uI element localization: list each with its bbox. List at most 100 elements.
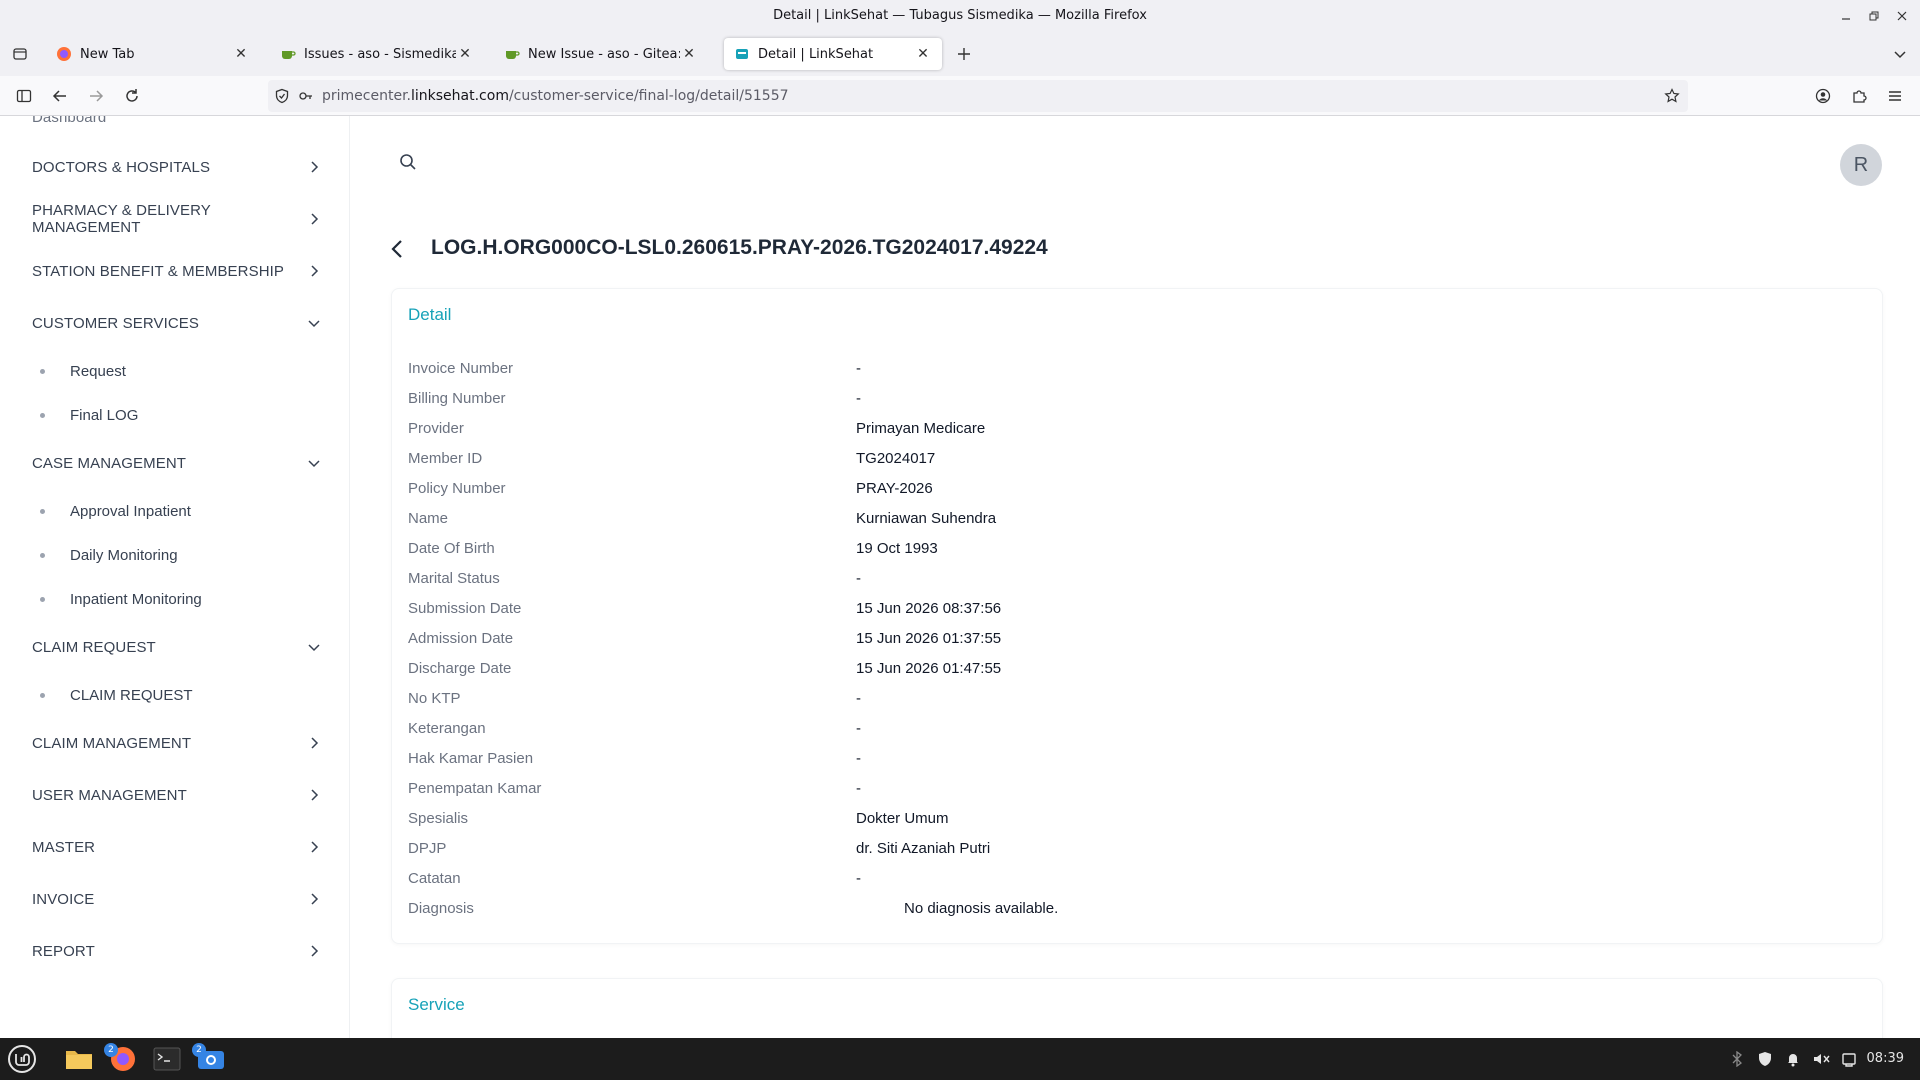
taskbar-files-button[interactable] [62,1042,96,1076]
sidebar-item-invoice[interactable]: INVOICE [32,884,322,914]
sidebar-subitem-label: Inpatient Monitoring [70,590,202,608]
tab-title: Detail | LinkSehat [758,46,874,62]
field-label: Admission Date [408,630,514,647]
notification-badge: 2 [192,1043,206,1057]
close-tab-icon[interactable]: ✕ [456,46,474,62]
chevron-down-icon [308,460,320,468]
linksehat-icon [736,49,748,59]
field-value: - [856,750,861,767]
taskbar-firefox-button[interactable]: 2 [104,1042,140,1076]
field-label: Discharge Date [408,660,512,677]
mint-logo-icon [8,1045,36,1073]
sidebar-item-master[interactable]: MASTER [32,832,322,862]
taskbar-terminal-button[interactable] [150,1042,184,1076]
main-content: R LOG.H.ORG000CO-LSL0.260615.PRAY-2026.T… [351,116,1920,1038]
close-tab-icon[interactable]: ✕ [680,46,698,62]
network-icon [1842,1053,1856,1067]
folder-icon [66,1051,92,1069]
chevron-right-icon [311,789,319,801]
field-label: Submission Date [408,600,522,617]
field-value: - [856,360,861,377]
field-label: Name [408,510,449,527]
chevron-down-icon [308,320,320,328]
detail-row-invoice-number: Invoice Number - [408,357,1848,381]
tab-issues[interactable]: Issues - aso - Sismedika v2 D ✕ [270,38,484,70]
field-label: DPJP [408,840,447,857]
tab-new-tab[interactable]: New Tab ✕ [46,38,260,70]
taskbar-clock[interactable]: 08:39 [1867,1038,1904,1080]
sidebar-nav: Dashboard DOCTORS & HOSPITALS PHARMACY &… [0,116,350,1038]
sidebar-item-claim-management[interactable]: CLAIM MANAGEMENT [32,728,322,758]
sidebar-item-dashboard[interactable]: Dashboard [32,116,322,132]
sidebar-subitem-request[interactable]: Request [40,357,300,385]
sidebar-subitem-approval-inpatient[interactable]: Approval Inpatient [40,497,300,525]
account-button[interactable] [1807,80,1839,112]
close-tab-icon[interactable]: ✕ [914,46,932,62]
sidebar-subitem-claim-request[interactable]: CLAIM REQUEST [40,681,300,709]
close-tab-icon[interactable]: ✕ [232,46,250,62]
sidebar-item-label: DOCTORS & HOSPITALS [32,158,211,176]
chevron-right-icon [311,893,319,905]
sidebar-item-pharmacy-delivery[interactable]: PHARMACY & DELIVERY MANAGEMENT [32,202,322,236]
detail-row-diagnosis: Diagnosis No diagnosis available. [408,897,1848,921]
detail-row-marital-status: Marital Status - [408,567,1848,591]
restore-icon [1869,11,1879,21]
url-prefix: primecenter. [322,88,411,104]
sidebar-subitem-label: Daily Monitoring [70,546,178,564]
site-info-icon[interactable] [298,88,314,104]
sidebar-item-doctors-hospitals[interactable]: DOCTORS & HOSPITALS [32,152,322,182]
os-taskbar: 2 2 08:39 [0,1038,1920,1080]
detail-row-penempatan-kamar: Penempatan Kamar - [408,777,1848,801]
url-path: /customer-service/final-log/detail/51557 [508,88,789,104]
field-label: Billing Number [408,390,506,407]
tracking-protection-icon[interactable] [274,88,290,104]
start-menu-button[interactable] [5,1042,39,1076]
address-bar[interactable]: primecenter.linksehat.com/customer-servi… [268,80,1688,112]
navigation-toolbar: primecenter.linksehat.com/customer-servi… [0,76,1920,116]
detail-section-title: Detail [408,305,452,324]
sidebar-item-report[interactable]: REPORT [32,936,322,966]
back-arrow-button[interactable] [386,237,410,261]
bullet-icon [40,368,45,374]
field-value: 15 Jun 2026 01:37:55 [856,630,1002,647]
sidebar-toggle-button[interactable] [8,80,40,112]
tab-title: Issues - aso - Sismedika v2 D [304,46,456,62]
close-window-button[interactable] [1886,0,1918,32]
sidebar-item-customer-services[interactable]: CUSTOMER SERVICES [32,308,322,338]
sidebar-item-case-management[interactable]: CASE MANAGEMENT [32,448,322,478]
sidebar-subitem-inpatient-monitoring[interactable]: Inpatient Monitoring [40,585,300,613]
list-all-tabs-button[interactable] [1884,38,1916,70]
taskbar-screenshot-button[interactable]: 2 [192,1042,228,1076]
bookmark-star-icon[interactable] [1664,88,1680,104]
app-menu-button[interactable] [1879,80,1911,112]
window-title: Detail | LinkSehat — Tubagus Sismedika —… [773,8,1147,23]
field-label: Date Of Birth [408,540,495,557]
field-value: TG2024017 [856,450,936,467]
field-label: Policy Number [408,480,506,497]
detail-row-provider: Provider Primayan Medicare [408,417,1848,441]
sidebar-item-user-management[interactable]: USER MANAGEMENT [32,780,322,810]
chevron-down-icon [1894,51,1906,59]
url-text: primecenter.linksehat.com/customer-servi… [322,88,789,104]
chevron-left-icon [391,240,402,258]
tab-detail-linksehat[interactable]: Detail | LinkSehat ✕ [724,38,942,70]
search-button[interactable] [398,152,422,176]
forward-button[interactable] [80,80,112,112]
sidebar-item-label: INVOICE [32,890,95,908]
new-tab-button[interactable] [948,38,980,70]
terminal-icon [153,1047,181,1071]
sidebar-item-station-benefit[interactable]: STATION BENEFIT & MEMBERSHIP [32,256,322,286]
sidebar-subitem-final-log[interactable]: Final LOG [40,401,300,429]
field-value: - [856,690,861,707]
reload-icon [126,89,138,102]
sidebar-item-claim-request[interactable]: CLAIM REQUEST [32,632,322,662]
extensions-button[interactable] [1843,80,1875,112]
avatar[interactable]: R [1840,144,1882,186]
network-tray-icon[interactable] [1832,1042,1866,1076]
tab-new-issue[interactable]: New Issue - aso - Gitea: Dev( ✕ [494,38,708,70]
search-icon [400,154,416,170]
sidebar-subitem-daily-monitoring[interactable]: Daily Monitoring [40,541,300,569]
back-button[interactable] [44,80,76,112]
firefox-view-button[interactable] [4,38,36,70]
reload-button[interactable] [116,80,148,112]
